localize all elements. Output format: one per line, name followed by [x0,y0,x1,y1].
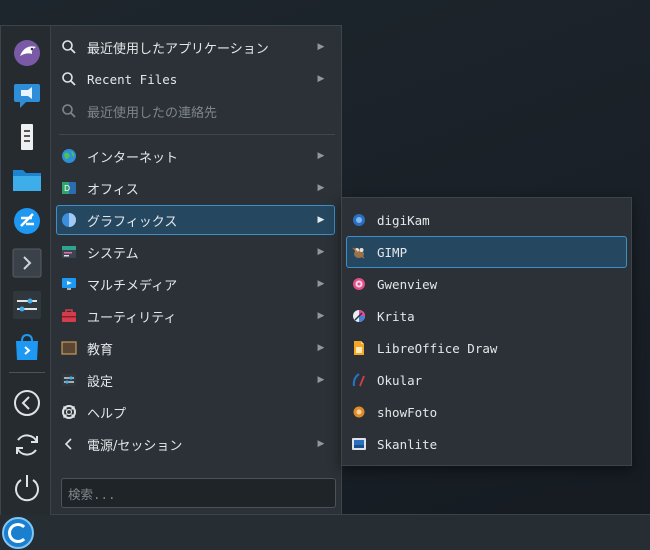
search-icon [61,103,77,119]
menu-item-label: システム [87,246,139,262]
application-launcher-button[interactable] [2,517,34,549]
application-menu: 最近使用したアプリケーション ▶ Recent Files ▶ 最近使用したの連… [0,25,342,515]
submenu-item-okular[interactable]: Okular [346,364,627,396]
menu-item-label: インターネット [87,150,179,166]
menu-item-label: 教育 [87,342,114,358]
favorites-separator [9,372,45,373]
menu-item-internet[interactable]: インターネット ▶ [56,141,335,171]
showfoto-icon [351,404,367,420]
menu-item-label: マルチメディア [87,278,178,294]
submenu-item-skanlite[interactable]: Skanlite [346,428,627,460]
graphics-icon [61,212,77,228]
discover-store-icon[interactable] [12,332,42,362]
svg-text:D: D [64,184,70,193]
menu-item-education[interactable]: 教育 ▶ [56,333,335,363]
submenu-item-label: Gwenview [377,276,438,292]
konversation-icon[interactable] [12,80,42,110]
search-icon [61,71,77,87]
back-icon[interactable] [12,388,42,418]
restart-icon[interactable] [12,430,42,460]
falkon-browser-icon[interactable] [12,38,42,68]
submenu-item-label: LibreOffice Draw [377,340,498,356]
digikam-icon [351,212,367,228]
submenu-item-label: Krita [377,308,415,324]
search-placeholder: 検索... [68,486,116,502]
konsole-terminal-icon[interactable] [12,248,42,278]
menu-item-settings[interactable]: 設定 ▶ [56,365,335,395]
graphics-submenu: digiKam GIMP Gwenview Krita LibreOffice … [341,197,632,466]
menu-item-utilities[interactable]: ユーティリティ ▶ [56,301,335,331]
chevron-right-icon: ▶ [317,183,325,193]
submenu-item-label: digiKam [377,212,430,228]
gimp-icon [351,244,367,260]
submenu-item-label: showFoto [377,404,438,420]
help-icon [61,404,77,420]
menu-divider [59,134,335,135]
menu-item-label: 最近使用したの連絡先 [87,105,218,121]
chevron-right-icon: ▶ [317,151,325,161]
globe-icon [61,148,77,164]
menu-item-recent-applications[interactable]: 最近使用したアプリケーション ▶ [56,32,335,62]
menu-item-label: 電源/セッション [87,438,183,454]
submenu-item-gimp[interactable]: GIMP [346,236,627,268]
shutdown-icon[interactable] [12,472,42,502]
krita-icon [351,308,367,324]
settings-icon [61,372,77,388]
menu-item-help[interactable]: ヘルプ [56,397,335,427]
kate-editor-icon[interactable] [12,122,42,152]
menu-item-label: 最近使用したアプリケーション [87,41,269,57]
submenu-item-label: Okular [377,372,423,388]
chevron-right-icon: ▶ [317,42,325,52]
submenu-item-label: GIMP [377,244,408,260]
office-icon: D [61,180,77,196]
submenu-item-libreoffice-draw[interactable]: LibreOffice Draw [346,332,627,364]
menu-item-power-session[interactable]: 電源/セッション ▶ [56,429,335,459]
menu-item-recent-contacts: 最近使用したの連絡先 [56,96,335,126]
taskbar [0,514,650,550]
menu-item-label: ユーティリティ [87,310,177,326]
libreoffice-draw-icon [351,340,367,356]
menu-item-multimedia[interactable]: マルチメディア ▶ [56,269,335,299]
submenu-item-digikam[interactable]: digiKam [346,204,627,236]
chevron-right-icon: ▶ [317,343,325,353]
dolphin-file-manager-icon[interactable] [12,164,42,194]
favorites-bar [1,26,51,515]
education-icon [61,340,77,356]
menu-item-label: グラフィックス [87,214,178,230]
menu-item-office[interactable]: D オフィス ▶ [56,173,335,203]
gwenview-icon [351,276,367,292]
okular-icon [351,372,367,388]
chevron-right-icon: ▶ [317,439,325,449]
chevron-right-icon: ▶ [317,375,325,385]
menu-item-system[interactable]: システム ▶ [56,237,335,267]
chevron-right-icon: ▶ [317,215,325,225]
submenu-item-krita[interactable]: Krita [346,300,627,332]
submenu-item-gwenview[interactable]: Gwenview [346,268,627,300]
menu-item-label: Recent Files [87,71,178,87]
submenu-item-label: Skanlite [377,436,438,452]
chevron-right-icon: ▶ [317,311,325,321]
chevron-right-icon: ▶ [317,279,325,289]
search-input[interactable]: 検索... [61,478,336,508]
submenu-item-showfoto[interactable]: showFoto [346,396,627,428]
krunner-icon[interactable] [12,206,42,236]
skanlite-icon [351,436,367,452]
utilities-icon [61,308,77,324]
chevron-left-icon [61,436,77,452]
menu-item-label: ヘルプ [87,406,127,422]
menu-item-recent-files[interactable]: Recent Files ▶ [56,64,335,94]
menu-item-graphics[interactable]: グラフィックス ▶ [56,205,335,235]
chevron-right-icon: ▶ [317,247,325,257]
system-settings-icon[interactable] [12,290,42,320]
system-icon [61,244,77,260]
multimedia-icon [61,276,77,292]
search-icon [61,39,77,55]
menu-item-label: オフィス [87,182,139,198]
chevron-right-icon: ▶ [317,74,325,84]
menu-item-label: 設定 [87,374,114,390]
